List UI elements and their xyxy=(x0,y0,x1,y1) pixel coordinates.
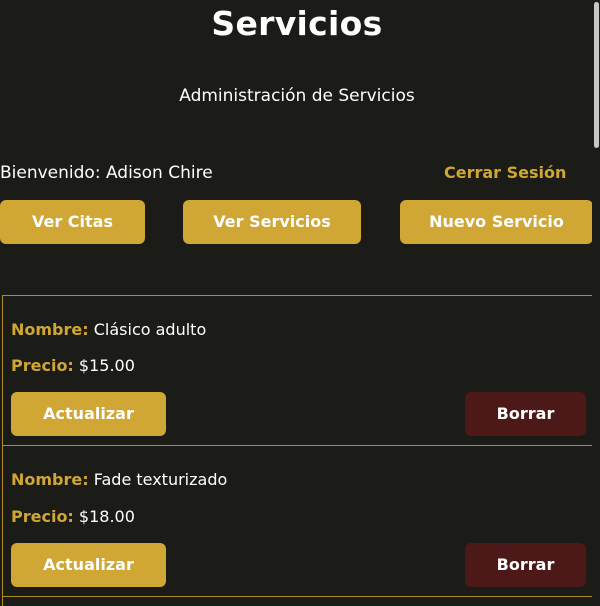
welcome-text: Bienvenido: Adison Chire xyxy=(0,163,213,183)
vertical-scrollbar[interactable] xyxy=(592,0,600,606)
update-button[interactable]: Actualizar xyxy=(11,392,166,436)
service-card: Nombre: Clásico adulto Precio: $15.00 Ac… xyxy=(2,295,594,446)
service-price-row: Precio: $15.00 xyxy=(11,356,135,375)
delete-button[interactable]: Borrar xyxy=(465,543,586,587)
new-service-button[interactable]: Nuevo Servicio xyxy=(400,200,593,244)
service-price: $18.00 xyxy=(78,507,135,526)
page-subtitle: Administración de Servicios xyxy=(179,86,415,106)
name-label: Nombre: xyxy=(11,320,89,339)
price-label: Precio: xyxy=(11,507,74,526)
service-card xyxy=(2,596,594,606)
service-card: Nombre: Fade texturizado Precio: $18.00 … xyxy=(2,445,594,606)
service-name-row: Nombre: Fade texturizado xyxy=(11,470,227,489)
view-appointments-button[interactable]: Ver Citas xyxy=(0,200,145,244)
update-button[interactable]: Actualizar xyxy=(11,543,166,587)
view-services-button[interactable]: Ver Servicios xyxy=(183,200,361,244)
page: Servicios Administración de Servicios Bi… xyxy=(0,0,600,606)
price-label: Precio: xyxy=(11,356,74,375)
page-title: Servicios xyxy=(211,4,383,43)
service-name: Fade texturizado xyxy=(93,470,228,489)
delete-button[interactable]: Borrar xyxy=(465,392,586,436)
scrollbar-thumb[interactable] xyxy=(594,2,599,148)
service-price-row: Precio: $18.00 xyxy=(11,507,135,526)
name-label: Nombre: xyxy=(11,470,89,489)
service-price: $15.00 xyxy=(78,356,135,375)
logout-link[interactable]: Cerrar Sesión xyxy=(444,163,566,182)
service-name-row: Nombre: Clásico adulto xyxy=(11,320,206,339)
service-name: Clásico adulto xyxy=(93,320,207,339)
